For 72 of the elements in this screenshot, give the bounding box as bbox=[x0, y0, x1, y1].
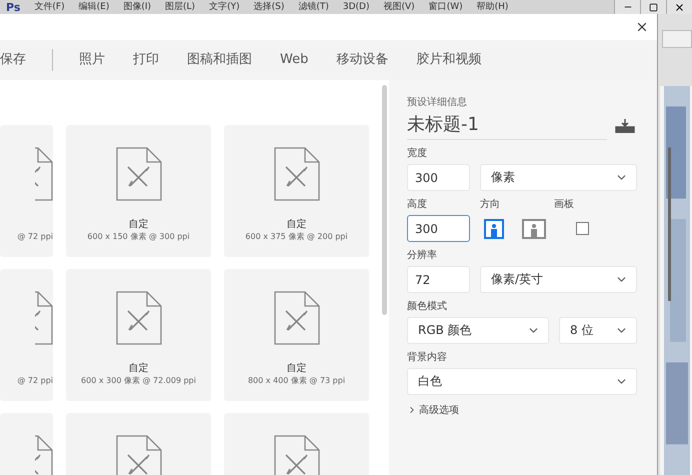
menu-item[interactable]: 图层(L) bbox=[165, 1, 196, 13]
preset-size: @ 72 ppi bbox=[17, 375, 53, 386]
preset-card[interactable]: 自定 600 x 150 像素 @ 300 ppi bbox=[66, 125, 211, 257]
menu-item[interactable]: 滤镜(T) bbox=[298, 1, 329, 13]
field-label: 颜色模式 bbox=[407, 300, 447, 314]
field-label: 分辨率 bbox=[407, 249, 437, 263]
bit-depth-dropdown[interactable]: 8 位 bbox=[559, 317, 637, 344]
document-title[interactable]: 未标题-1 bbox=[407, 113, 479, 137]
section-heading: 预设详细信息 bbox=[407, 96, 468, 110]
preset-tab[interactable]: 胶片和视频 bbox=[402, 40, 496, 80]
field-label: 宽度 bbox=[407, 147, 427, 161]
field-label: 高度 bbox=[407, 198, 428, 212]
preset-card[interactable]: 自定 600 x 375 像素 @ 200 ppi bbox=[224, 125, 369, 257]
app-logo: Ps bbox=[6, 0, 20, 14]
portrait-icon[interactable] bbox=[484, 218, 504, 238]
advanced-options-toggle[interactable]: 高级选项 bbox=[407, 403, 637, 417]
menu-item[interactable]: 文件(F) bbox=[34, 1, 65, 13]
preset-name: 自定 bbox=[128, 363, 148, 375]
menu-item[interactable]: 3D(D) bbox=[342, 1, 370, 13]
preset-card[interactable]: @ 72 ppi bbox=[0, 125, 53, 257]
artboard-checkbox[interactable] bbox=[576, 222, 589, 235]
document-icon bbox=[35, 147, 53, 201]
preset-size: 800 x 400 像素 @ 73 ppi bbox=[248, 375, 346, 386]
menu-item[interactable]: 编辑(E) bbox=[78, 1, 110, 13]
close-icon bbox=[674, 2, 685, 12]
preset-size: 600 x 150 像素 @ 300 ppi bbox=[87, 231, 190, 242]
preset-name: 自定 bbox=[286, 363, 306, 375]
menu-item[interactable]: 选择(S) bbox=[254, 1, 284, 13]
preset-card[interactable]: 自定 800 x 400 像素 @ 73 ppi bbox=[224, 269, 369, 401]
preset-tab[interactable]: Web bbox=[266, 40, 322, 80]
scrollbar-thumb[interactable] bbox=[382, 85, 388, 315]
document-icon bbox=[116, 435, 162, 475]
document-icon bbox=[116, 147, 162, 201]
background-dropdown[interactable]: 白色 bbox=[407, 368, 637, 395]
preset-tab[interactable]: 照片 bbox=[65, 40, 119, 80]
preset-tab[interactable]: 保存 bbox=[0, 40, 40, 80]
document-icon bbox=[274, 147, 320, 201]
unit-dropdown[interactable]: 像素 bbox=[480, 164, 637, 191]
landscape-icon[interactable] bbox=[522, 218, 546, 238]
preset-card[interactable]: 自定 600 x 300 像素 @ 72.009 ppi bbox=[66, 269, 211, 401]
width-input[interactable]: 300 bbox=[407, 164, 470, 191]
resolution-input[interactable]: 72 bbox=[407, 266, 470, 293]
preset-card[interactable]: @ 72 ppi bbox=[0, 269, 53, 401]
document-icon bbox=[35, 435, 53, 475]
preset-name: 自定 bbox=[128, 219, 148, 231]
save-preset-icon[interactable] bbox=[615, 119, 635, 133]
preset-size: 600 x 375 像素 @ 200 ppi bbox=[245, 231, 348, 242]
maximize-button[interactable] bbox=[640, 0, 666, 14]
menu-item[interactable]: 帮助(H) bbox=[476, 1, 508, 13]
menu-item[interactable]: 图像(I) bbox=[123, 1, 152, 13]
field-label: 背景内容 bbox=[407, 351, 447, 365]
menu-item[interactable]: 窗口(W) bbox=[428, 1, 463, 13]
close-icon[interactable] bbox=[635, 20, 649, 34]
document-icon bbox=[35, 291, 53, 345]
preset-size: @ 72 ppi bbox=[17, 231, 53, 242]
document-icon bbox=[274, 291, 320, 345]
preset-tab[interactable]: 移动设备 bbox=[322, 40, 402, 80]
window-close-button[interactable] bbox=[666, 0, 692, 14]
preset-name: 自定 bbox=[286, 219, 306, 231]
maximize-icon bbox=[649, 2, 658, 12]
unit-dropdown[interactable]: 像素/英寸 bbox=[480, 266, 637, 293]
color-mode-dropdown[interactable]: RGB 颜色 bbox=[407, 317, 549, 344]
preset-tab[interactable]: 打印 bbox=[119, 40, 173, 80]
menu-item[interactable]: 视图(V) bbox=[384, 1, 415, 13]
menu-item[interactable]: 文字(Y) bbox=[209, 1, 240, 13]
field-label: 方向 bbox=[480, 198, 501, 212]
document-icon bbox=[274, 435, 320, 475]
preset-size: 600 x 300 像素 @ 72.009 ppi bbox=[81, 375, 196, 386]
preset-tab[interactable]: 图稿和插图 bbox=[173, 40, 266, 80]
height-input[interactable]: 300 bbox=[407, 215, 470, 242]
field-label: 画板 bbox=[554, 198, 574, 212]
document-icon bbox=[116, 291, 162, 345]
